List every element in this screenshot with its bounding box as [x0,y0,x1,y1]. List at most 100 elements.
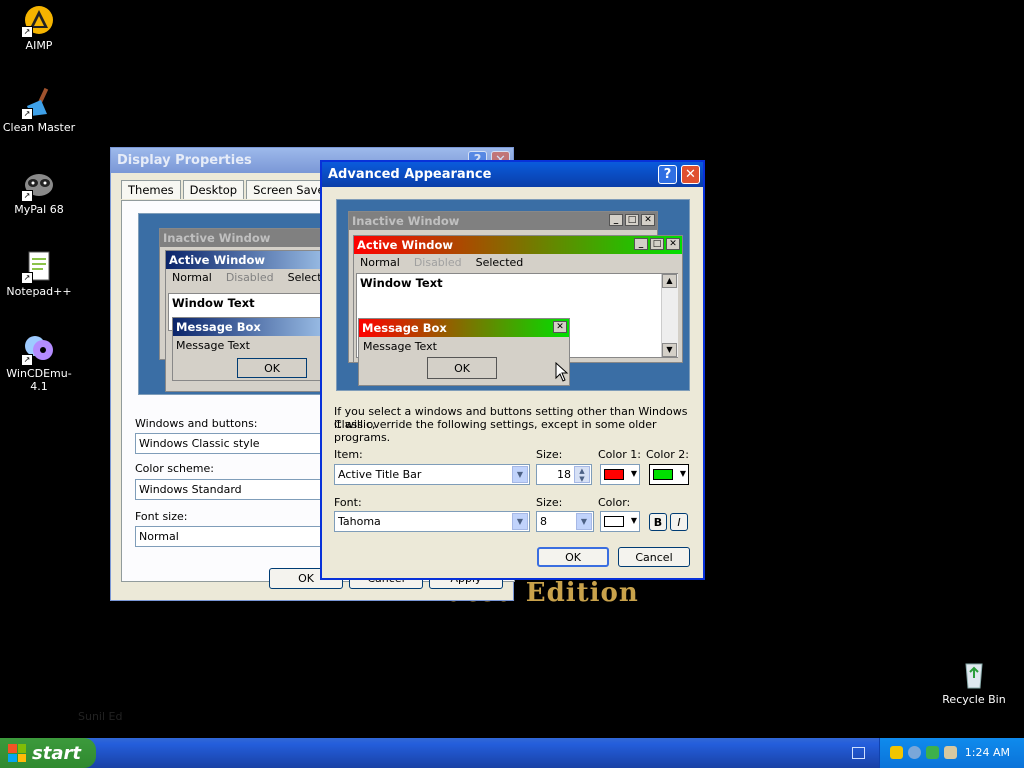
color2-picker[interactable]: ▼ [649,464,689,485]
color2-swatch [653,469,673,480]
network-icon[interactable] [908,746,921,759]
mouse-cursor-icon [555,362,569,382]
info-line-2: it will override the following settings,… [334,418,657,444]
preview-active-controls: _ □ ✕ [634,238,680,250]
font-size-select[interactable]: 8 ▼ [536,511,594,532]
shield-icon[interactable] [890,746,903,759]
start-label: start [32,742,81,764]
minimize-icon: _ [634,238,648,250]
color-scheme-select[interactable]: Windows Standard [135,479,325,500]
preview-inactive-title: Inactive Window _ □ ✕ [349,212,657,230]
windows-buttons-select[interactable]: Windows Classic style [135,433,325,454]
font-size-label: Size: [536,496,563,509]
preview-msgbox-title: Message Box [173,318,337,336]
window-title: Display Properties [117,153,252,168]
window-title: Advanced Appearance [328,167,492,182]
preview-msgbox-title: Message Box ✕ [359,319,569,337]
menu-selected: Selected [475,256,524,269]
close-icon: ✕ [685,167,696,182]
desktop-icon-mypal[interactable]: ↗ MyPal 68 [1,168,77,216]
ok-button[interactable]: OK [537,547,609,567]
desktop-icon-recycle-bin[interactable]: Recycle Bin [936,658,1012,706]
recycle-bin-icon [958,658,990,690]
advanced-preview: Inactive Window _ □ ✕ Active Window _ □ … [336,199,690,391]
color1-label: Color 1: [598,448,641,461]
windows-buttons-label: Windows and buttons: [135,417,258,430]
desktop-icon-label: Recycle Bin [942,693,1006,706]
tab-desktop[interactable]: Desktop [182,180,245,199]
scroll-down-icon: ▼ [662,343,677,357]
desktop-icon-aimp[interactable]: ↗ AIMP [1,4,77,52]
close-icon: ✕ [666,238,680,250]
desktop-icon-clean-master[interactable]: ↗ Clean Master [1,86,77,134]
aimp-icon: ↗ [21,4,55,38]
preview-active-title: Active Window [166,251,340,269]
chevron-down-icon: ▼ [630,516,637,525]
maximize-icon: □ [625,214,639,226]
bold-button[interactable]: B [649,513,667,531]
color-scheme-label: Color scheme: [135,462,214,475]
chevron-down-icon: ▼ [512,513,528,530]
menu-disabled: Disabled [225,271,274,284]
windows-logo-icon [8,744,26,762]
desktop-icon-label: Notepad++ [6,285,72,298]
preview-msgbox-controls: ✕ [553,321,567,333]
advanced-appearance-window: Advanced Appearance ? ✕ Inactive Window … [320,160,705,580]
start-button[interactable]: start [0,738,96,768]
select-value: Tahoma [338,515,381,528]
safely-remove-icon[interactable] [926,746,939,759]
notepad-icon: ↗ [21,250,55,284]
preview-active-window: Active Window Normal Disabled Selected W… [165,250,341,392]
spinner-value: 18 [557,468,571,481]
minimize-icon: _ [609,214,623,226]
preview-active-title: Active Window _ □ ✕ [354,236,682,254]
item-select[interactable]: Active Title Bar ▼ [334,464,530,485]
scroll-up-icon: ▲ [662,274,677,288]
system-tray: 1:24 AM [879,738,1024,768]
clock[interactable]: 1:24 AM [965,746,1010,759]
wallpaper-ghost-text: Sunil Ed [78,710,123,723]
close-button[interactable]: ✕ [681,165,700,184]
help-icon: ? [663,167,672,182]
close-icon: ✕ [641,214,655,226]
select-value: 8 [540,515,547,528]
desktop-icon-label: Clean Master [2,121,76,134]
keyboard-icon[interactable] [852,747,865,759]
select-value: Windows Classic style [139,437,260,450]
preview-menu: Normal Disabled Selected [354,254,682,271]
desktop-icon-wincdemu[interactable]: ↗ WinCDEmu-4.1 [1,332,77,393]
font-label: Font: [334,496,362,509]
preview-scrollbar: ▲ ▼ [661,274,678,357]
chevron-down-icon: ▼ [630,469,637,478]
advanced-appearance-titlebar[interactable]: Advanced Appearance ? ✕ [322,162,703,187]
color1-picker[interactable]: ▼ [600,464,640,485]
italic-button[interactable]: I [670,513,688,531]
close-icon: ✕ [553,321,567,333]
item-size-spinner[interactable]: 18 ▲ ▼ [536,464,592,485]
speaker-icon[interactable] [944,746,957,759]
tab-themes[interactable]: Themes [121,180,181,199]
font-color-swatch [604,516,624,527]
help-button[interactable]: ? [658,165,677,184]
taskbar: start 1:24 AM [0,738,1024,768]
chevron-down-icon: ▼ [679,469,686,478]
desktop-icon-label: MyPal 68 [14,203,64,216]
menu-disabled: Disabled [413,256,462,269]
cancel-button[interactable]: Cancel [618,547,690,567]
font-size-select[interactable]: Normal [135,526,325,547]
color1-swatch [604,469,624,480]
desktop-icon-notepadpp[interactable]: ↗ Notepad++ [1,250,77,298]
preview-message-box: Message Box ✕ Message Text OK [358,318,570,386]
preview-inactive-title-text: Inactive Window [352,214,460,228]
preview-active-title-text: Active Window [357,238,454,252]
desktop-icon-label: AIMP [25,39,53,52]
font-size-label: Font size: [135,510,188,523]
preview-ok-button: OK [237,358,307,378]
preview-menu: Normal Disabled Selected [166,269,340,286]
maximize-icon: □ [650,238,664,250]
chevron-down-icon: ▼ [512,466,528,483]
font-color-picker[interactable]: ▼ [600,511,640,532]
raccoon-icon: ↗ [21,168,55,202]
chevron-down-icon: ▼ [576,513,592,530]
font-select[interactable]: Tahoma ▼ [334,511,530,532]
